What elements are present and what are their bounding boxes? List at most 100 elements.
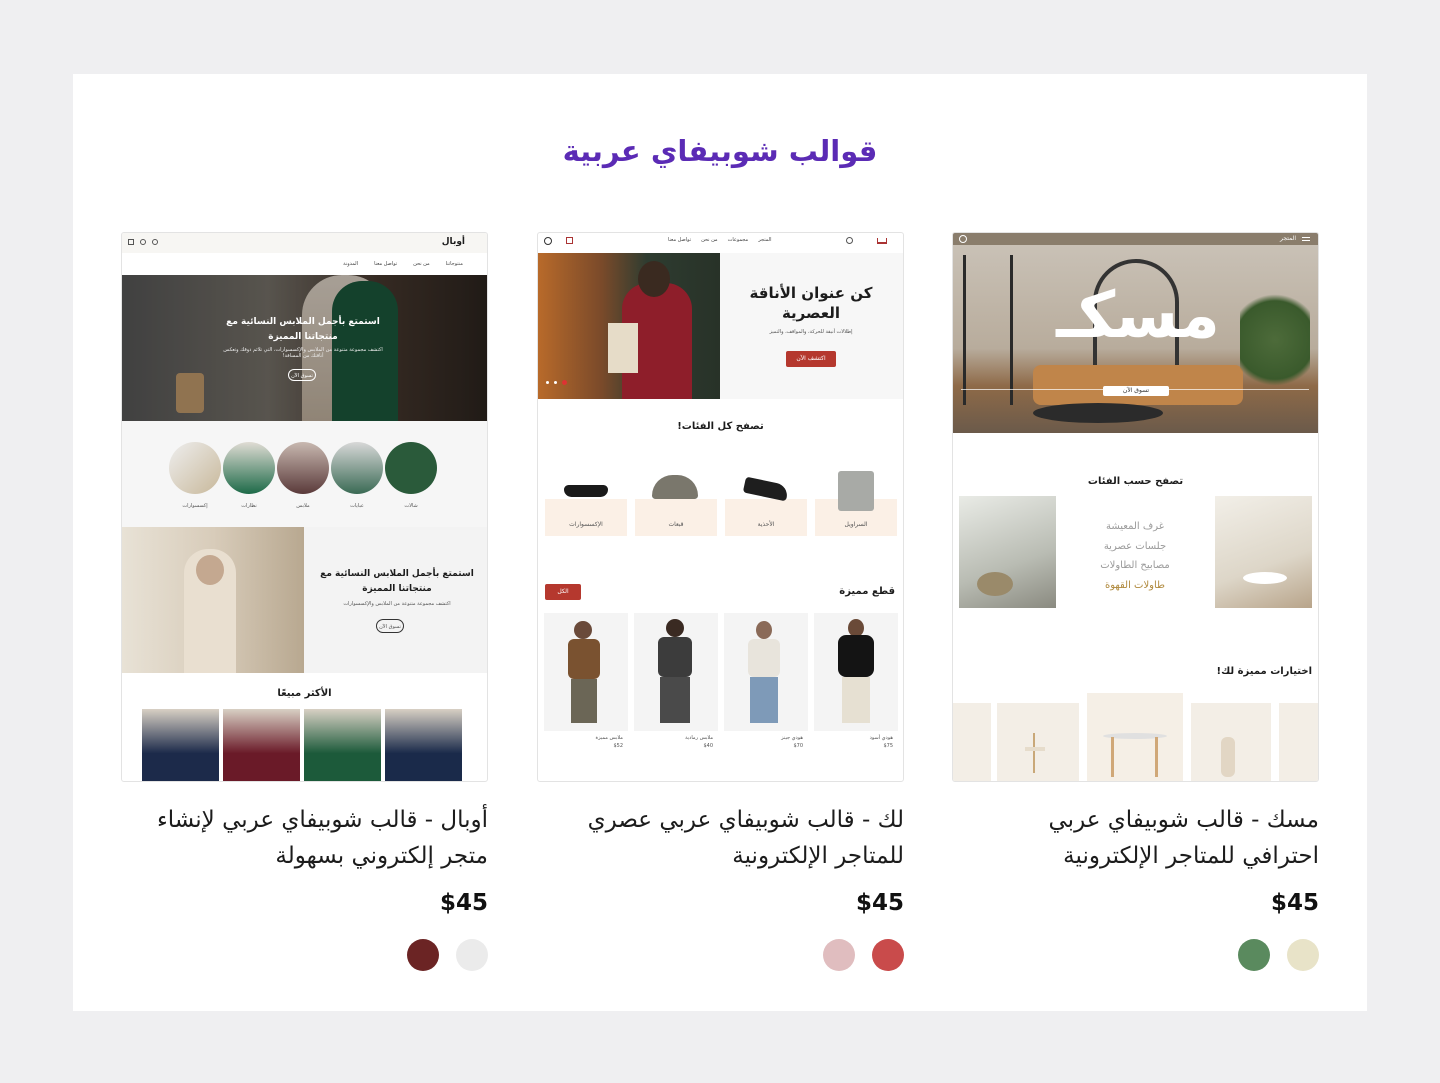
color-swatches	[121, 939, 488, 971]
product-name[interactable]: ملابس مميزة	[596, 735, 623, 741]
bestsellers-heading: الأكثر مبيعًا	[277, 688, 332, 699]
category-tile[interactable]	[635, 499, 717, 536]
circle-label: شالات	[404, 503, 418, 509]
product-price: $52	[613, 743, 623, 749]
template-preview-lak[interactable]: المتجر مجموعات من نحن تواصل معنا كن عنوا…	[537, 232, 904, 782]
featured-heading: قطع مميزة	[839, 586, 895, 597]
categories-heading: تصفح كل الفئات!	[677, 421, 764, 432]
category-label: الإكسسوارات	[569, 521, 603, 528]
nav-item: المتجر	[1280, 235, 1296, 242]
template-card-opal[interactable]: أوبال منتوجاتنا من نحن تواصل معنا المدون…	[121, 232, 488, 971]
color-swatch-cream[interactable]	[1287, 939, 1319, 971]
template-title[interactable]: أوبال - قالب شوبيفاي عربي لإنشاء متجر إل…	[121, 802, 488, 874]
sunglasses-icon	[564, 485, 608, 497]
category-link[interactable]: غرف المعيشة	[1075, 517, 1195, 537]
search-icon[interactable]	[140, 239, 146, 245]
template-title[interactable]: مسك - قالب شوبيفاي عربي احترافي للمتاجر …	[952, 802, 1320, 874]
cart-icon[interactable]	[128, 239, 134, 245]
product-price: $75	[883, 743, 893, 749]
category-tile[interactable]	[545, 499, 627, 536]
color-swatches	[952, 939, 1319, 971]
category-circle[interactable]	[331, 442, 383, 494]
category-list: غرف المعيشة جلسات عصرية مصابيح الطاولات …	[1075, 517, 1195, 595]
category-circle[interactable]	[223, 442, 275, 494]
product-price: $70	[793, 743, 803, 749]
product-tile[interactable]	[1191, 703, 1271, 781]
product-tile[interactable]	[953, 703, 991, 781]
hero-shop-button[interactable]: تسوق الآن	[1103, 386, 1169, 396]
hero-logo: مسكـ	[1056, 279, 1220, 353]
banner-image	[122, 527, 304, 673]
nav-item[interactable]: تواصل معنا	[374, 261, 397, 267]
categories-heading: تصفح حسب الفئات	[1087, 476, 1184, 487]
category-tile[interactable]	[725, 499, 807, 536]
category-link-active[interactable]: طاولات القهوة	[1075, 576, 1195, 596]
color-swatch-burgundy[interactable]	[407, 939, 439, 971]
category-link[interactable]: جلسات عصرية	[1075, 537, 1195, 557]
template-price: $45	[855, 890, 904, 916]
circle-label: عبايات	[350, 503, 364, 509]
featured-heading: اختيارات مميزة لك!	[1216, 666, 1312, 677]
product-name[interactable]: ملابس رمادية	[685, 735, 713, 741]
product-image[interactable]	[385, 709, 462, 781]
hero-subtitle: إطلالات أنيقة للحركة، والمواقف، والتميز	[769, 329, 853, 335]
user-icon	[544, 237, 552, 245]
template-title[interactable]: لك - قالب شوبيفاي عربي عصري للمتاجر الإل…	[537, 802, 904, 874]
featured-all-button[interactable]: الكل	[545, 584, 581, 600]
template-card-lak[interactable]: المتجر مجموعات من نحن تواصل معنا كن عنوا…	[537, 232, 904, 971]
category-circle[interactable]	[169, 442, 221, 494]
nav-item[interactable]: تواصل معنا	[668, 237, 691, 243]
template-preview-opal[interactable]: أوبال منتوجاتنا من نحن تواصل معنا المدون…	[121, 232, 488, 782]
color-swatch-red[interactable]	[872, 939, 904, 971]
product-tile[interactable]	[997, 703, 1079, 781]
template-price: $45	[1270, 890, 1319, 916]
product-image[interactable]	[814, 613, 898, 731]
banner-shop-button[interactable]: تسوق الآن	[376, 619, 404, 633]
user-icon	[959, 235, 967, 243]
category-label: السراويل	[844, 521, 868, 528]
hero-title: استمتع بأجمل الملابس النسائية مع منتجاتن…	[226, 317, 380, 342]
product-tile[interactable]	[1087, 693, 1183, 781]
product-name[interactable]: هودي جينز	[781, 735, 803, 741]
logo-icon	[877, 238, 887, 244]
category-image-left	[959, 496, 1056, 608]
product-tile[interactable]	[1279, 703, 1318, 781]
search-icon[interactable]	[846, 237, 853, 244]
logo[interactable]: أوبال	[442, 237, 465, 247]
product-image[interactable]	[544, 613, 628, 731]
nav-item[interactable]: منتوجاتنا	[446, 261, 463, 267]
hero-subtitle: اكتشف مجموعة متنوعة من الملابس والإكسسوا…	[223, 347, 383, 359]
nav-item[interactable]: المدونة	[343, 261, 358, 267]
product-name[interactable]: هودي أسود	[870, 735, 893, 741]
color-swatches	[537, 939, 904, 971]
product-image[interactable]	[223, 709, 300, 781]
product-image[interactable]	[142, 709, 219, 781]
template-preview-misk[interactable]: المتجر مسكـ تسوق الآن تصفح حسب الفئات غر…	[952, 232, 1319, 782]
hero-title: كن عنوان الأناقة العصرية	[749, 284, 873, 322]
color-swatch-pink[interactable]	[823, 939, 855, 971]
category-image-right	[1215, 496, 1312, 608]
circle-label: ملابس	[296, 503, 310, 509]
template-card-misk[interactable]: المتجر مسكـ تسوق الآن تصفح حسب الفئات غر…	[952, 232, 1319, 971]
hero-discover-button[interactable]: اكتشف الآن	[786, 351, 836, 367]
nav-item[interactable]: مجموعات	[728, 237, 749, 243]
product-image[interactable]	[634, 613, 718, 731]
category-circle[interactable]	[385, 442, 437, 494]
nav-item[interactable]: من نحن	[413, 261, 430, 267]
cart-icon	[566, 237, 573, 244]
nav-item[interactable]: من نحن	[701, 237, 718, 243]
color-swatch-light-gray[interactable]	[456, 939, 488, 971]
circle-label: إكسسوارات	[182, 503, 208, 509]
category-link[interactable]: مصابيح الطاولات	[1075, 556, 1195, 576]
nav-item[interactable]: المتجر	[758, 237, 771, 243]
circle-label: نظارات	[241, 503, 257, 509]
hero-shop-button[interactable]: تسوق الآن	[288, 369, 316, 381]
banner-subtitle: اكتشف مجموعة متنوعة من الملابس والإكسسوا…	[343, 601, 451, 607]
user-icon[interactable]	[152, 239, 158, 245]
color-swatch-green[interactable]	[1238, 939, 1270, 971]
template-price: $45	[439, 890, 488, 916]
product-image[interactable]	[724, 613, 808, 731]
hero-image	[538, 253, 720, 399]
product-image[interactable]	[304, 709, 381, 781]
category-circle[interactable]	[277, 442, 329, 494]
